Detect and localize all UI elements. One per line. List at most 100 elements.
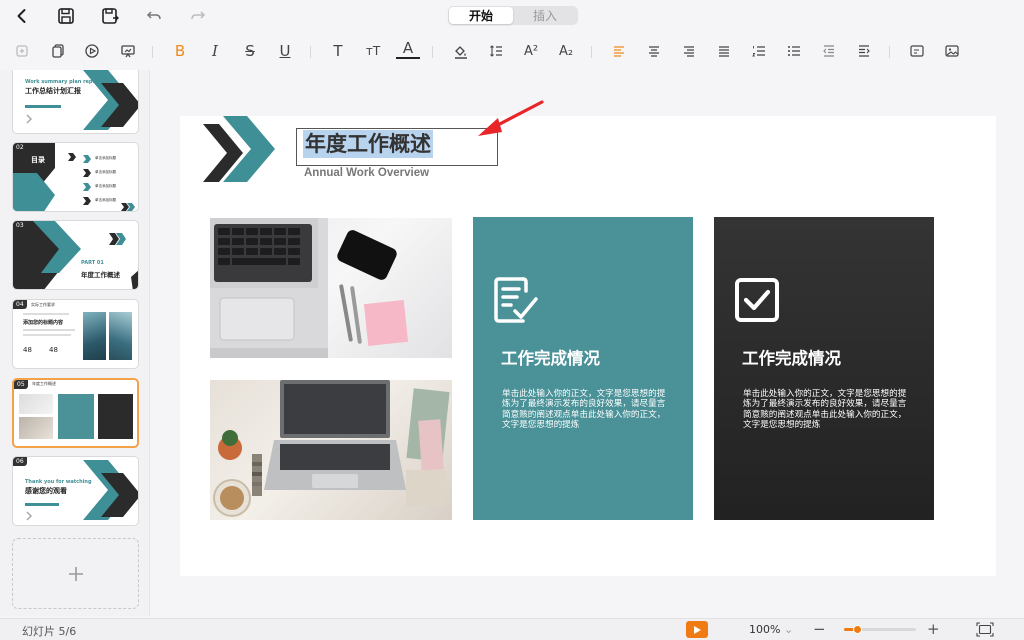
undo-icon	[146, 11, 161, 20]
thumbnail-number: 05	[14, 380, 28, 389]
thumbnail-number: 02	[16, 144, 24, 151]
tab-insert[interactable]: 插入	[513, 7, 577, 24]
thumbnail-bar	[25, 105, 61, 108]
presentation-tool[interactable]	[116, 39, 140, 63]
italic-tool[interactable]: I	[203, 39, 227, 63]
thumbnail-number: 03	[16, 222, 24, 229]
slide-thumbnail-2[interactable]: 02 目录 单击添加标题 单击添加标题 单击添加标题 单击添加标题	[12, 142, 139, 212]
thumbnail-list-item: 单击添加标题	[95, 170, 116, 174]
status-bar: 幻灯片 5/6 100% ⌄ − +	[0, 618, 1024, 640]
undo-button[interactable]	[142, 4, 166, 28]
zoom-level-select[interactable]: 100% ⌄	[749, 623, 793, 636]
add-slide-button[interactable]	[12, 538, 139, 609]
duplicate-slide-tool[interactable]	[46, 39, 70, 63]
edit-document-icon	[494, 277, 538, 323]
text-box-icon	[910, 45, 924, 57]
font-style-tool[interactable]: ᴛT	[361, 39, 385, 63]
line-spacing-icon	[490, 45, 502, 57]
bullet-list-icon	[788, 46, 800, 56]
red-arrow-annotation	[478, 100, 544, 136]
text-style-icon: ᴛT	[365, 44, 381, 58]
font-size-tool[interactable]: T	[326, 39, 350, 63]
thumbnail-photo	[19, 394, 53, 414]
redo-button[interactable]	[186, 4, 210, 28]
save-button[interactable]	[54, 4, 78, 28]
work-status-card-dark[interactable]: 工作完成情况 单击此处输入你的正文，文字是您思想的提炼为了最终演示发布的良好效果…	[714, 217, 934, 520]
thumbnail-cn-title: 目录	[31, 156, 45, 164]
back-button[interactable]	[10, 4, 34, 28]
insert-image-tool[interactable]	[940, 39, 964, 63]
top-bar: 开始 插入	[0, 0, 1024, 32]
slide-thumbnail-5[interactable]: 05 年度工作概述	[12, 378, 139, 448]
thumbnail-cn-title: 感谢您的观看	[25, 487, 67, 495]
superscript-tool[interactable]: A²	[519, 39, 543, 63]
ribbon-tab-switcher: 开始 插入	[448, 6, 578, 25]
zoom-level: 100%	[749, 623, 781, 636]
increase-indent-tool[interactable]	[852, 39, 876, 63]
thumbnail-text-line	[23, 334, 71, 336]
slide-thumbnail-4[interactable]: 04 实际工作要求 添加您的标题内容 48 48	[12, 299, 139, 369]
numbered-list-icon	[752, 46, 765, 57]
font-color-icon: A	[402, 39, 414, 57]
zoom-slider[interactable]	[844, 625, 916, 634]
line-spacing-tool[interactable]	[484, 39, 508, 63]
chevron-logo-decoration	[203, 116, 275, 182]
subscript-tool[interactable]: A₂	[554, 39, 578, 63]
decrease-indent-tool[interactable]	[817, 39, 841, 63]
italic-icon: I	[212, 42, 218, 60]
slide-thumbnail-6[interactable]: 06 Thank you for watching 感谢您的观看	[12, 456, 139, 526]
strikethrough-tool[interactable]: S	[238, 39, 262, 63]
chevron-down-icon: ⌄	[783, 623, 794, 636]
tab-start[interactable]: 开始	[449, 7, 513, 24]
toolbar-divider	[591, 46, 592, 58]
zoom-slider-handle[interactable]	[852, 625, 862, 634]
card-title[interactable]: 工作完成情况	[742, 345, 841, 369]
bullet-list-tool[interactable]	[782, 39, 806, 63]
fit-to-window-button[interactable]	[976, 622, 994, 637]
play-icon	[694, 625, 701, 634]
align-right-icon	[684, 46, 694, 57]
thumbnail-number-stat: 48	[23, 346, 32, 354]
card-body-text[interactable]: 单击此处输入你的正文，文字是您思想的提炼为了最终演示发布的良好效果，请尽量言简意…	[743, 389, 913, 431]
checkbox-icon	[735, 278, 779, 322]
slide-thumbnail-panel[interactable]: Work summary plan report 工作总结计划汇报 02 目录 …	[0, 70, 150, 616]
text-size-icon: T	[333, 42, 343, 60]
play-circle-icon	[85, 44, 99, 58]
play-from-current-tool[interactable]	[80, 39, 104, 63]
thumbnail-text-line	[23, 313, 69, 315]
slide-thumbnail-1[interactable]: Work summary plan report 工作总结计划汇报	[12, 70, 139, 134]
save-as-button[interactable]	[98, 4, 122, 28]
work-status-card-teal[interactable]: 工作完成情况 单击此处输入你的正文，文字是您思想的提炼为了最终演示发布的良好效果…	[473, 217, 693, 520]
thumbnail-number: 06	[13, 457, 27, 466]
numbered-list-tool[interactable]	[747, 39, 771, 63]
align-center-tool[interactable]	[642, 39, 666, 63]
image-icon	[945, 45, 959, 57]
card-body-text[interactable]: 单击此处输入你的正文，文字是您思想的提炼为了最终演示发布的良好效果，请尽量言简意…	[502, 389, 672, 431]
laptop-photo[interactable]	[210, 218, 452, 358]
superscript-icon: A²	[523, 43, 539, 59]
bold-tool[interactable]: B	[168, 39, 192, 63]
thumbnail-cn-title: 年度工作概述	[81, 271, 120, 279]
toolbar-divider	[152, 46, 153, 58]
contents-decoration	[13, 143, 135, 211]
slide-subtitle[interactable]: Annual Work Overview	[304, 167, 429, 179]
slide-thumbnail-3[interactable]: 03 PART 01 年度工作概述	[12, 220, 139, 290]
new-slide-tool[interactable]	[10, 39, 34, 63]
bold-icon: B	[174, 42, 186, 60]
text-box-tool[interactable]	[905, 39, 929, 63]
save-as-icon	[102, 8, 119, 24]
zoom-in-button[interactable]: +	[927, 620, 940, 638]
slide-title[interactable]: 年度工作概述	[303, 130, 433, 158]
align-right-tool[interactable]	[677, 39, 701, 63]
justify-tool[interactable]	[712, 39, 736, 63]
desk-photo[interactable]	[210, 380, 452, 520]
card-title[interactable]: 工作完成情况	[501, 345, 600, 369]
underline-tool[interactable]: U	[273, 39, 297, 63]
play-slideshow-button[interactable]	[686, 621, 708, 638]
font-color-tool[interactable]: A	[396, 39, 420, 59]
copy-icon	[52, 44, 64, 58]
fill-color-tool[interactable]	[449, 39, 473, 63]
zoom-out-button[interactable]: −	[813, 620, 826, 638]
align-left-tool[interactable]	[607, 39, 631, 63]
thumbnail-bar	[25, 503, 59, 506]
